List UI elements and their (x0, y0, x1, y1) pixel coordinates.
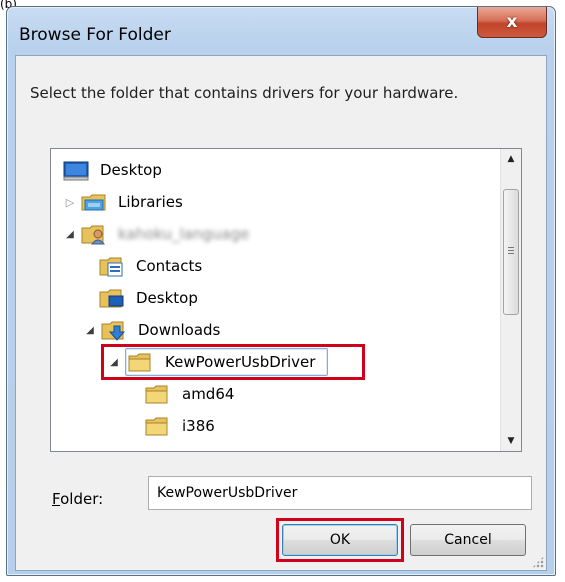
folder-input[interactable] (148, 476, 532, 510)
tree-item-label: Contacts (136, 257, 203, 275)
folder-label-accelerator: F (52, 490, 61, 508)
close-icon: x (506, 12, 518, 32)
tree-item-label: kahoku_language (118, 225, 250, 243)
folder-icon (145, 385, 168, 404)
selected-node-highlight[interactable]: KewPowerUsbDriver (125, 348, 329, 376)
instruction-text: Select the folder that contains drivers … (30, 84, 459, 102)
user-folder-icon (81, 225, 106, 245)
scroll-up-icon[interactable]: ▲ (501, 149, 521, 169)
tree-item-downloads[interactable]: ◢ Downloads (83, 315, 224, 345)
window-title: Browse For Folder (19, 25, 171, 45)
folder-icon (145, 417, 168, 436)
folder-label-text: older: (60, 490, 104, 508)
resize-grip-icon[interactable] (532, 556, 544, 568)
expand-arrow-icon[interactable]: ▷ (63, 195, 77, 209)
libraries-icon (81, 194, 106, 211)
collapse-arrow-icon[interactable]: ◢ (63, 227, 77, 241)
close-button[interactable]: x (477, 7, 547, 38)
tree-scrollbar[interactable]: ▲ ▼ (500, 149, 521, 451)
tree-item-label: Desktop (100, 161, 162, 179)
collapse-arrow-icon[interactable]: ◢ (83, 323, 97, 337)
downloads-icon (101, 321, 126, 341)
dialog-client-area: Select the folder that contains drivers … (15, 55, 547, 571)
desktop-icon (63, 161, 89, 181)
tree-item-label: amd64 (182, 385, 235, 403)
folder-icon (128, 353, 151, 372)
thumb-grip-line (508, 253, 514, 254)
tree-item-kewpowerusbdriver[interactable]: ◢ KewPowerUsbDriver (107, 347, 329, 377)
tree-item-label: KewPowerUsbDriver (165, 353, 316, 371)
tree-item-desktop-root[interactable]: Desktop (63, 155, 166, 185)
scroll-down-icon[interactable]: ▼ (501, 431, 521, 451)
tree-item-contacts[interactable]: Contacts (99, 251, 206, 281)
browse-for-folder-dialog: Browse For Folder x Select the folder th… (6, 6, 556, 576)
contacts-icon (99, 257, 123, 277)
ok-button[interactable]: OK (282, 524, 398, 556)
folder-label: Folder: (52, 490, 103, 508)
tree-item-label: Libraries (118, 193, 183, 211)
title-bar[interactable]: Browse For Folder x (7, 7, 555, 55)
thumb-grip-line (508, 247, 514, 248)
tree-item-label: Desktop (136, 289, 198, 307)
thumb-grip-line (508, 250, 514, 251)
tree-item-libraries[interactable]: ▷ Libraries (63, 187, 187, 217)
collapse-arrow-icon[interactable]: ◢ (107, 355, 121, 369)
tree-item-i386[interactable]: i386 (145, 411, 219, 441)
tree-item-label: Downloads (138, 321, 221, 339)
tree-item-label: i386 (182, 417, 215, 435)
tree-item-user-folder[interactable]: ◢ kahoku_language (63, 219, 253, 249)
tree-item-desktop-folder[interactable]: Desktop (99, 283, 202, 313)
desktop-folder-icon (99, 289, 124, 308)
folder-tree[interactable]: Desktop ▷ Libraries ◢ kahoku_language Co… (50, 148, 522, 452)
scroll-thumb[interactable] (503, 189, 519, 315)
tree-item-amd64[interactable]: amd64 (145, 379, 238, 409)
cancel-button[interactable]: Cancel (410, 524, 526, 556)
